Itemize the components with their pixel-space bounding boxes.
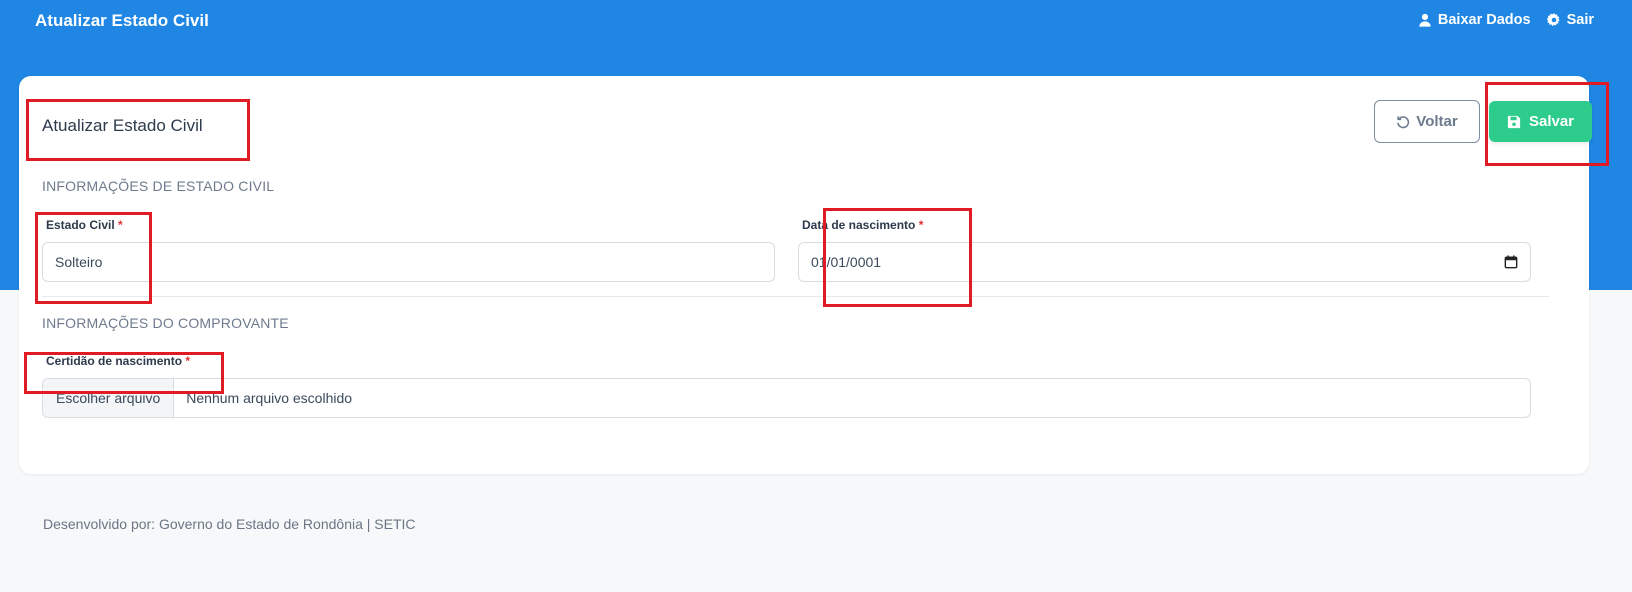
download-data-label: Baixar Dados bbox=[1437, 12, 1531, 28]
logout-link[interactable]: Sair bbox=[1546, 12, 1594, 28]
header-actions: Baixar Dados Sair bbox=[1418, 12, 1594, 28]
highlight-box-save-button bbox=[1485, 82, 1609, 166]
logout-label: Sair bbox=[1566, 12, 1594, 28]
gear-icon bbox=[1546, 13, 1560, 27]
back-button-label: Voltar bbox=[1416, 113, 1458, 130]
highlight-box-estado-civil bbox=[35, 212, 152, 304]
section-divider bbox=[42, 296, 1549, 297]
undo-icon bbox=[1397, 115, 1410, 128]
app-title: Atualizar Estado Civil bbox=[35, 11, 209, 30]
download-data-link[interactable]: Baixar Dados bbox=[1418, 12, 1531, 28]
form-card: Atualizar Estado Civil Voltar Salvar INF… bbox=[19, 76, 1592, 474]
footer-credits: Desenvolvido por: Governo do Estado de R… bbox=[43, 516, 416, 532]
highlight-box-data-nascimento bbox=[823, 208, 972, 307]
highlight-box-certidao bbox=[24, 352, 224, 394]
section-title-comprovante: INFORMAÇÕES DO COMPROVANTE bbox=[42, 315, 289, 331]
certidao-file-input[interactable]: Escolher arquivo Nenhum arquivo escolhid… bbox=[42, 378, 1531, 418]
highlight-box-card-title bbox=[26, 99, 250, 161]
calendar-icon[interactable] bbox=[1504, 255, 1518, 269]
section-title-estado-civil: INFORMAÇÕES DE ESTADO CIVIL bbox=[42, 178, 275, 194]
back-button[interactable]: Voltar bbox=[1374, 100, 1480, 143]
user-icon bbox=[1419, 13, 1431, 27]
